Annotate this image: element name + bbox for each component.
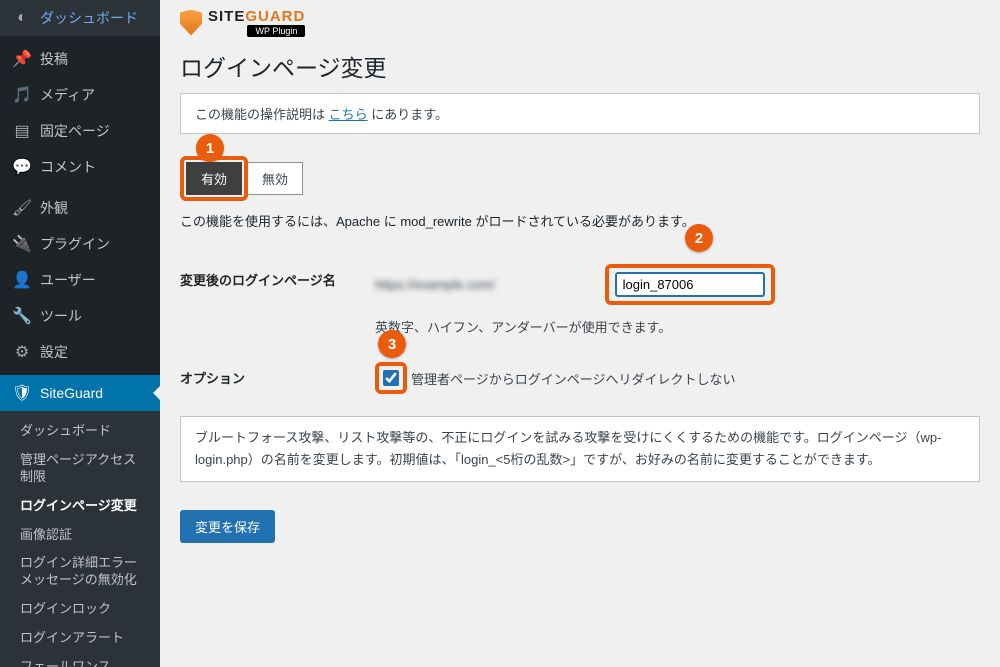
sidebar-item-plugins[interactable]: 🔌 プラグイン (0, 226, 160, 262)
admin-sidebar: ◐ ダッシュボード 📌 投稿 🎵 メディア ▤ 固定ページ 💬 コメント 🖌 外… (0, 0, 160, 667)
submenu-image-auth[interactable]: 画像認証 (0, 521, 160, 550)
sidebar-item-posts[interactable]: 📌 投稿 (0, 41, 160, 77)
option-text: 管理者ページからログインページへリダイレクトしない (411, 369, 735, 388)
user-icon: 👤 (12, 270, 32, 290)
sidebar-item-tools[interactable]: 🔧 ツール (0, 298, 160, 334)
logo-subtext: WP Plugin (247, 25, 305, 37)
plug-icon: 🔌 (12, 234, 32, 254)
submenu-admin-access[interactable]: 管理ページアクセス制限 (0, 446, 160, 492)
siteguard-submenu: ダッシュボード 管理ページアクセス制限 ログインページ変更 画像認証 ログイン詳… (0, 411, 160, 667)
blurred-url-prefix: https://example.com/ (375, 277, 595, 295)
no-redirect-checkbox[interactable] (383, 370, 399, 386)
submenu-login-alert[interactable]: ログインアラート (0, 624, 160, 653)
sidebar-item-pages[interactable]: ▤ 固定ページ (0, 113, 160, 149)
main-content: SITEGUARD WP Plugin ログインページ変更 この機能の操作説明は… (160, 0, 1000, 667)
shield-icon: 🛡 (12, 383, 32, 403)
help-link[interactable]: こちら (329, 107, 368, 122)
sidebar-item-label: 投稿 (40, 49, 68, 69)
save-button[interactable]: 変更を保存 (180, 510, 275, 543)
sidebar-item-label: 固定ページ (40, 121, 110, 141)
callout-badge-2: 2 (685, 224, 713, 252)
sidebar-item-dashboard[interactable]: ◐ ダッシュボード (0, 0, 160, 36)
sidebar-item-label: 外観 (40, 198, 68, 218)
sidebar-item-label: コメント (40, 157, 96, 177)
option-label: オプション (180, 362, 375, 387)
sidebar-item-label: SiteGuard (40, 385, 103, 401)
comment-icon: 💬 (12, 157, 32, 177)
login-page-name-input[interactable] (615, 272, 765, 297)
highlight-frame-3 (375, 362, 407, 394)
highlight-frame-1: 有効 (180, 156, 248, 201)
sidebar-item-comments[interactable]: 💬 コメント (0, 149, 160, 185)
sidebar-item-label: メディア (40, 85, 95, 105)
login-page-name-label: 変更後のログインページ名 (180, 264, 375, 289)
shield-logo-icon (180, 10, 202, 36)
sidebar-item-settings[interactable]: ⚙ 設定 (0, 334, 160, 370)
submenu-fail-once[interactable]: フェールワンス (0, 653, 160, 667)
sidebar-item-label: プラグイン (40, 234, 110, 254)
sliders-icon: ⚙ (12, 342, 32, 362)
sidebar-item-users[interactable]: 👤 ユーザー (0, 262, 160, 298)
sidebar-item-label: ツール (40, 306, 82, 326)
submenu-login-page-change[interactable]: ログインページ変更 (0, 492, 160, 521)
enable-toggle-on[interactable]: 有効 (186, 162, 242, 195)
submenu-error-disable[interactable]: ログイン詳細エラーメッセージの無効化 (0, 549, 160, 595)
sidebar-item-label: ユーザー (40, 270, 96, 290)
wrench-icon: 🔧 (12, 306, 32, 326)
notice-text-post: にあります。 (368, 107, 448, 122)
plugin-logo: SITEGUARD WP Plugin (180, 8, 980, 37)
sidebar-item-siteguard[interactable]: 🛡 SiteGuard (0, 375, 160, 411)
logo-text: SITEGUARD (208, 8, 305, 25)
callout-badge-3: 3 (378, 330, 406, 358)
enable-toggle-off[interactable]: 無効 (248, 162, 303, 195)
dashboard-icon: ◐ (12, 8, 32, 28)
requirement-text: この機能を使用するには、Apache に mod_rewrite がロードされて… (180, 211, 980, 230)
pin-icon: 📌 (12, 49, 32, 69)
feature-description: ブルートフォース攻撃、リスト攻撃等の、不正にログインを試みる攻撃を受けにくくする… (180, 416, 980, 482)
help-notice: この機能の操作説明は こちら にあります。 (180, 93, 980, 134)
submenu-dashboard[interactable]: ダッシュボード (0, 417, 160, 446)
sidebar-item-media[interactable]: 🎵 メディア (0, 77, 160, 113)
notice-text-pre: この機能の操作説明は (195, 107, 329, 122)
sidebar-item-label: ダッシュボード (40, 8, 138, 28)
brush-icon: 🖌 (12, 198, 32, 218)
page-icon: ▤ (12, 121, 32, 141)
sidebar-item-appearance[interactable]: 🖌 外観 (0, 190, 160, 226)
input-hint: 英数字、ハイフン、アンダーバーが使用できます。 (375, 317, 980, 336)
media-icon: 🎵 (12, 85, 32, 105)
page-title: ログインページ変更 (180, 49, 980, 83)
sidebar-item-label: 設定 (40, 342, 68, 362)
highlight-frame-2 (605, 264, 775, 305)
submenu-login-lock[interactable]: ログインロック (0, 595, 160, 624)
